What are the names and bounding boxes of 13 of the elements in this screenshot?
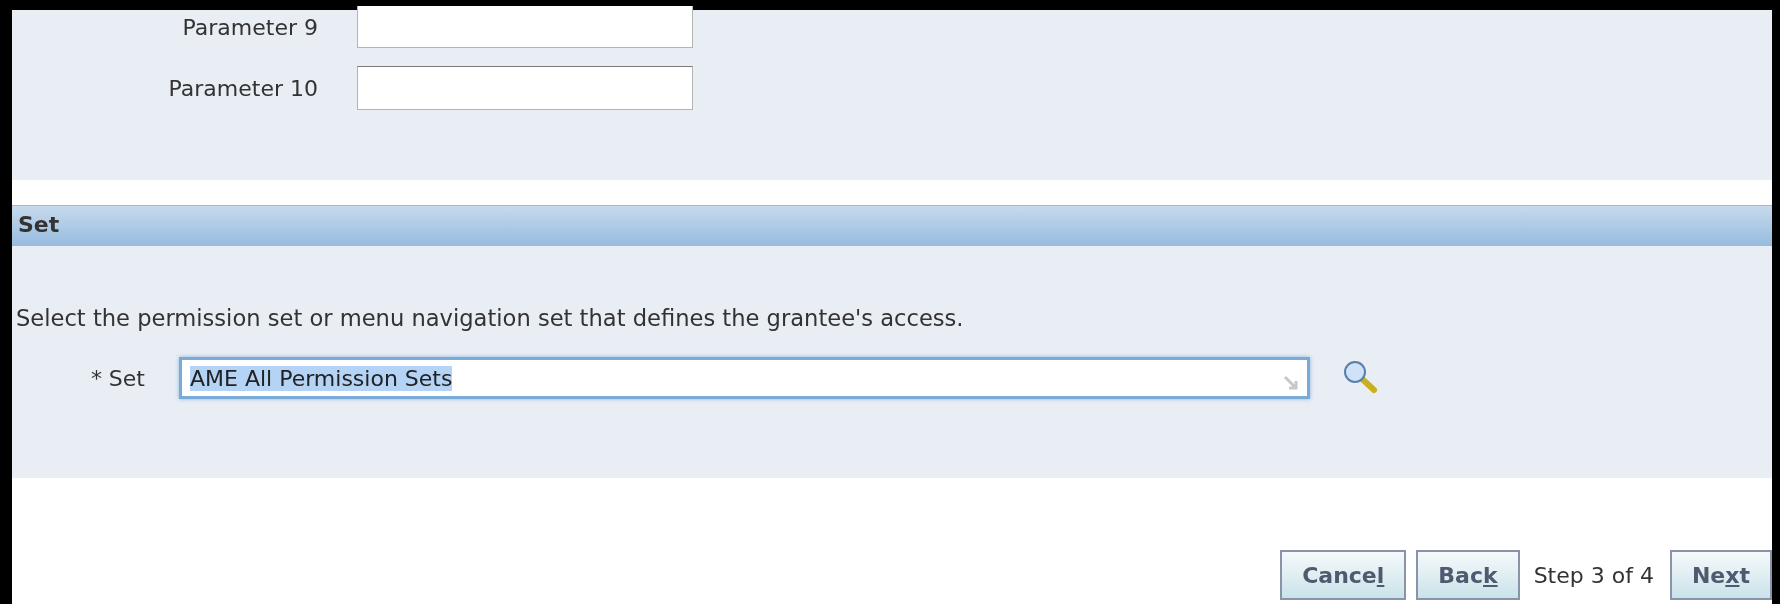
wizard-button[interactable]: Next	[1669, 550, 1772, 600]
section-header: Set	[12, 205, 1772, 246]
step-indicator: Step 3 of 4	[1533, 562, 1654, 588]
text-field[interactable]	[357, 6, 693, 48]
field-label: * Set	[89, 365, 145, 391]
wizard-button[interactable]: Cancel	[1280, 550, 1407, 600]
set-field[interactable]: AME All Permission Sets	[179, 357, 1310, 399]
field-label: Parameter 10	[168, 75, 318, 101]
instruction-text: Select the permission set or menu navigation set that defines the grantee's access.	[16, 305, 964, 331]
field-label: Parameter 9	[182, 14, 318, 40]
resize-arrow-icon	[1283, 375, 1299, 391]
text-field[interactable]	[357, 66, 693, 110]
wizard-button[interactable]: Back	[1416, 550, 1520, 600]
